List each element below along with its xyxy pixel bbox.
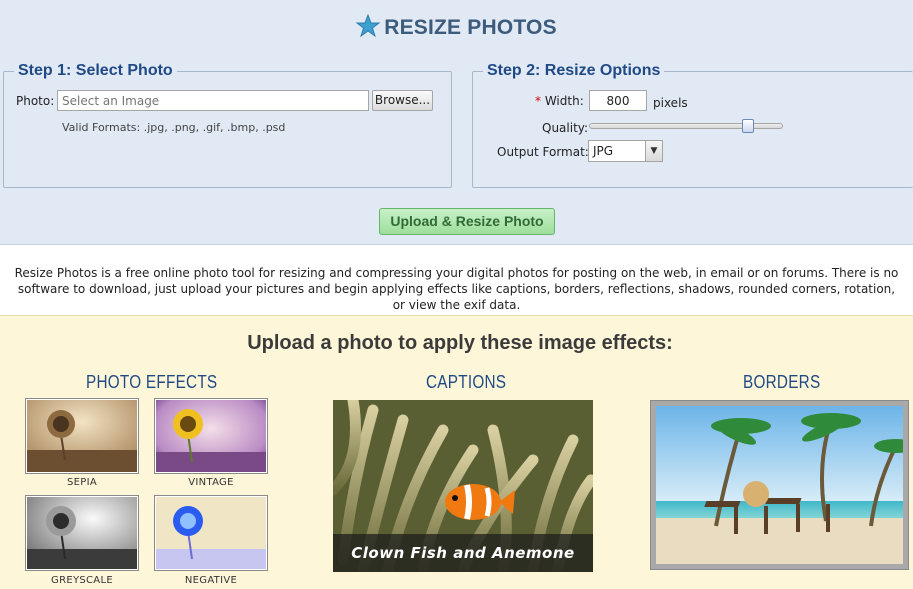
site-description: Resize Photos is a free online photo too… <box>14 266 899 312</box>
borders-example-image[interactable] <box>650 400 913 570</box>
captions-heading: CAPTIONS <box>426 372 507 392</box>
negative-caption: NEGATIVE <box>184 575 238 586</box>
greyscale-caption: GREYSCALE <box>51 575 113 586</box>
width-label: * Width: <box>535 94 584 108</box>
width-unit: pixels <box>653 96 688 110</box>
quality-slider-thumb[interactable] <box>742 119 754 133</box>
chevron-down-icon: ▼ <box>645 141 662 161</box>
valid-formats-note: Valid Formats: .jpg, .png, .gif, .bmp, .… <box>62 121 286 134</box>
upload-form-panel: RESIZE PHOTOS Step 1: Select Photo Photo… <box>0 0 913 245</box>
greyscale-thumbnail[interactable] <box>25 495 139 571</box>
caption-overlay-text: Clown Fish and Anemone <box>333 534 593 572</box>
page-title: RESIZE PHOTOS <box>0 14 913 40</box>
captions-example-image[interactable]: Clown Fish and Anemone <box>333 400 593 572</box>
borders-heading: BORDERS <box>743 372 821 392</box>
vintage-thumbnail[interactable] <box>154 398 268 474</box>
quality-label: Quality: <box>542 121 589 135</box>
photo-label: Photo: <box>16 94 55 108</box>
vintage-caption: VINTAGE <box>188 477 234 488</box>
negative-thumbnail[interactable] <box>154 495 268 571</box>
step2-legend: Step 2: Resize Options <box>487 62 661 79</box>
output-format-value: JPG <box>593 144 614 158</box>
output-format-select[interactable]: JPG ▼ <box>588 140 663 162</box>
browse-button[interactable]: Browse... <box>372 90 433 111</box>
upload-resize-button[interactable]: Upload & Resize Photo <box>379 208 555 235</box>
effects-title: Upload a photo to apply these image effe… <box>247 332 673 354</box>
page-title-text: RESIZE PHOTOS <box>384 16 557 39</box>
required-marker: * <box>535 94 541 108</box>
star-icon <box>356 14 381 38</box>
photo-effects-heading: PHOTO EFFECTS <box>86 372 218 392</box>
step1-legend: Step 1: Select Photo <box>18 62 173 79</box>
width-input[interactable] <box>589 90 647 111</box>
sepia-caption: SEPIA <box>67 477 97 488</box>
width-label-text: Width: <box>544 94 584 108</box>
output-format-label: Output Format: <box>497 145 589 159</box>
photo-file-input[interactable] <box>57 90 369 111</box>
sepia-thumbnail[interactable] <box>25 398 139 474</box>
